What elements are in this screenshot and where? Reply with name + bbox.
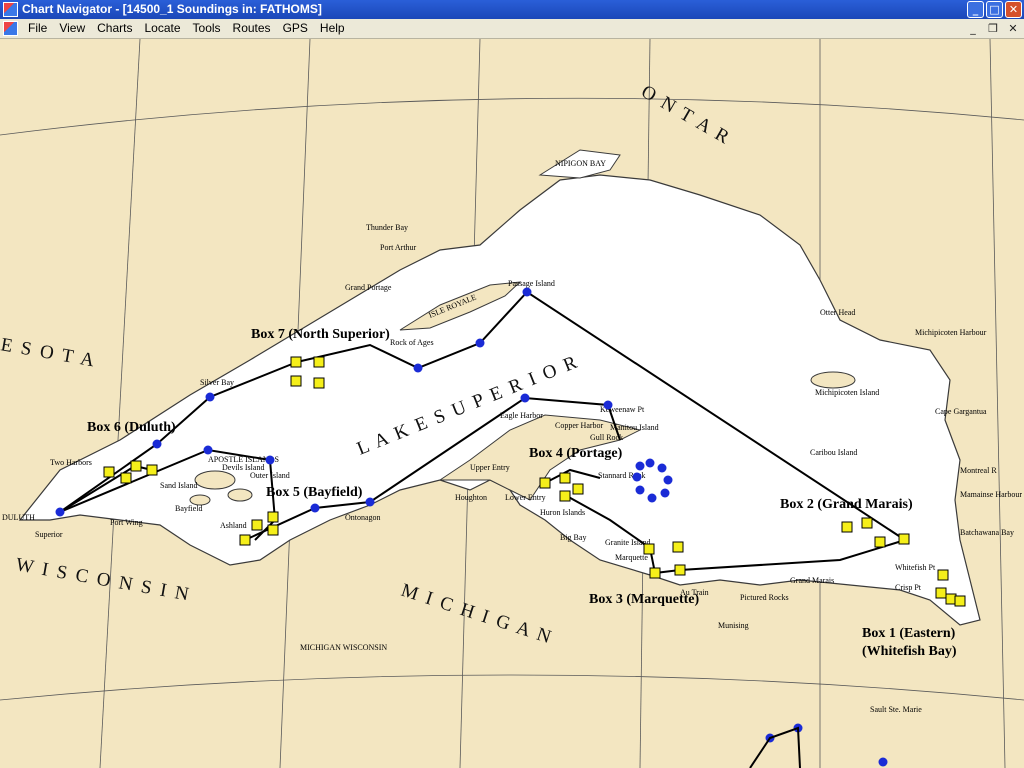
place-port-wing: Port Wing bbox=[110, 518, 143, 527]
place-upper-entry: Upper Entry bbox=[470, 463, 510, 472]
chart-map[interactable]: L A K E S U P E R I O R O N T A R M I C … bbox=[0, 39, 1024, 768]
place-copper-harbor: Copper Harbor bbox=[555, 421, 604, 430]
menu-file[interactable]: File bbox=[22, 21, 53, 36]
place-cape-gargantua: Cape Gargantua bbox=[935, 407, 987, 416]
place-caribou-island: Caribou Island bbox=[810, 448, 857, 457]
menu-charts[interactable]: Charts bbox=[91, 21, 138, 36]
place-otter-head: Otter Head bbox=[820, 308, 855, 317]
place-houghton: Houghton bbox=[455, 493, 487, 502]
box2-label: Box 2 (Grand Marais) bbox=[780, 497, 913, 512]
minimize-button[interactable]: _ bbox=[967, 1, 984, 18]
menu-gps[interactable]: GPS bbox=[277, 21, 314, 36]
place-silver-bay: Silver Bay bbox=[200, 378, 234, 387]
maximize-button[interactable]: □ bbox=[986, 1, 1003, 18]
box6-label: Box 6 (Duluth) bbox=[87, 420, 176, 435]
place-eagle-harbor: Eagle Harbor bbox=[500, 411, 543, 420]
place-huron-islands: Huron Islands bbox=[540, 508, 585, 517]
close-button[interactable]: ✕ bbox=[1005, 1, 1022, 18]
place-sault: Sault Ste. Marie bbox=[870, 705, 922, 714]
place-devils-island: Devils Island bbox=[222, 463, 264, 472]
place-munising: Munising bbox=[718, 621, 749, 630]
place-ontonagon: Ontonagon bbox=[345, 513, 381, 522]
place-ashland: Ashland bbox=[220, 521, 247, 530]
place-duluth: DULUTH bbox=[2, 513, 35, 522]
place-michipicoten: Michipicoten Harbour bbox=[915, 328, 987, 337]
menu-tools[interactable]: Tools bbox=[187, 21, 227, 36]
place-rock-of-ages: Rock of Ages bbox=[390, 338, 434, 347]
document-restore-button[interactable]: ❐ bbox=[986, 21, 1000, 35]
michipicoten-island bbox=[810, 371, 856, 389]
box3-label: Box 3 (Marquette) bbox=[589, 592, 699, 607]
place-batchawana: Batchawana Bay bbox=[960, 528, 1014, 537]
place-crisp-point: Crisp Pt bbox=[895, 583, 922, 592]
app-icon[interactable] bbox=[3, 2, 18, 17]
place-passage-island: Passage Island bbox=[508, 279, 555, 288]
box7-label: Box 7 (North Superior) bbox=[251, 327, 390, 342]
place-pictured-rocks: Pictured Rocks bbox=[740, 593, 789, 602]
place-whitefish-point: Whitefish Pt bbox=[895, 563, 936, 572]
box4-label: Box 4 (Portage) bbox=[529, 446, 623, 461]
place-michigan-wisconsin: MICHIGAN WISCONSIN bbox=[300, 643, 387, 652]
place-marquette: Marquette bbox=[615, 553, 648, 562]
place-sand-island: Sand Island bbox=[160, 481, 198, 490]
title-bar: Chart Navigator - [14500_1 Soundings in:… bbox=[0, 0, 1024, 19]
menu-bar: File View Charts Locate Tools Routes GPS… bbox=[0, 19, 1024, 39]
place-grand-marais: Grand Marais bbox=[790, 576, 834, 585]
place-michipicoten-island: Michipicoten Island bbox=[815, 388, 879, 397]
place-superior: Superior bbox=[35, 530, 63, 539]
box1-label-line1: Box 1 (Eastern) bbox=[862, 626, 956, 641]
place-montreal-river: Montreal R bbox=[960, 466, 997, 475]
place-port-arthur: Port Arthur bbox=[380, 243, 417, 252]
place-mamainse: Mamainse Harbour bbox=[960, 490, 1022, 499]
place-big-bay: Big Bay bbox=[560, 533, 586, 542]
menu-view[interactable]: View bbox=[53, 21, 91, 36]
box1-label-line2: (Whitefish Bay) bbox=[862, 644, 957, 659]
document-close-button[interactable]: ✕ bbox=[1006, 21, 1020, 35]
place-outer-island: Outer Island bbox=[250, 471, 290, 480]
document-minimize-button[interactable]: _ bbox=[966, 21, 980, 35]
place-nipigon-bay: NIPIGON BAY bbox=[555, 159, 606, 168]
place-grand-portage: Grand Portage bbox=[345, 283, 392, 292]
document-window-controls: _ ❐ ✕ bbox=[966, 21, 1020, 35]
place-lower-entry: Lower Entry bbox=[505, 493, 546, 502]
menu-locate[interactable]: Locate bbox=[138, 21, 186, 36]
menu: File View Charts Locate Tools Routes GPS… bbox=[22, 21, 351, 36]
menu-routes[interactable]: Routes bbox=[227, 21, 277, 36]
window-controls: _ □ ✕ bbox=[967, 1, 1022, 18]
document-icon[interactable] bbox=[3, 21, 18, 36]
place-thunder-bay: Thunder Bay bbox=[366, 223, 408, 232]
menu-help[interactable]: Help bbox=[314, 21, 351, 36]
place-bayfield: Bayfield bbox=[175, 504, 203, 513]
window-title: Chart Navigator - [14500_1 Soundings in:… bbox=[22, 2, 322, 16]
place-two-harbors: Two Harbors bbox=[50, 458, 92, 467]
box5-label: Box 5 (Bayfield) bbox=[266, 485, 363, 500]
